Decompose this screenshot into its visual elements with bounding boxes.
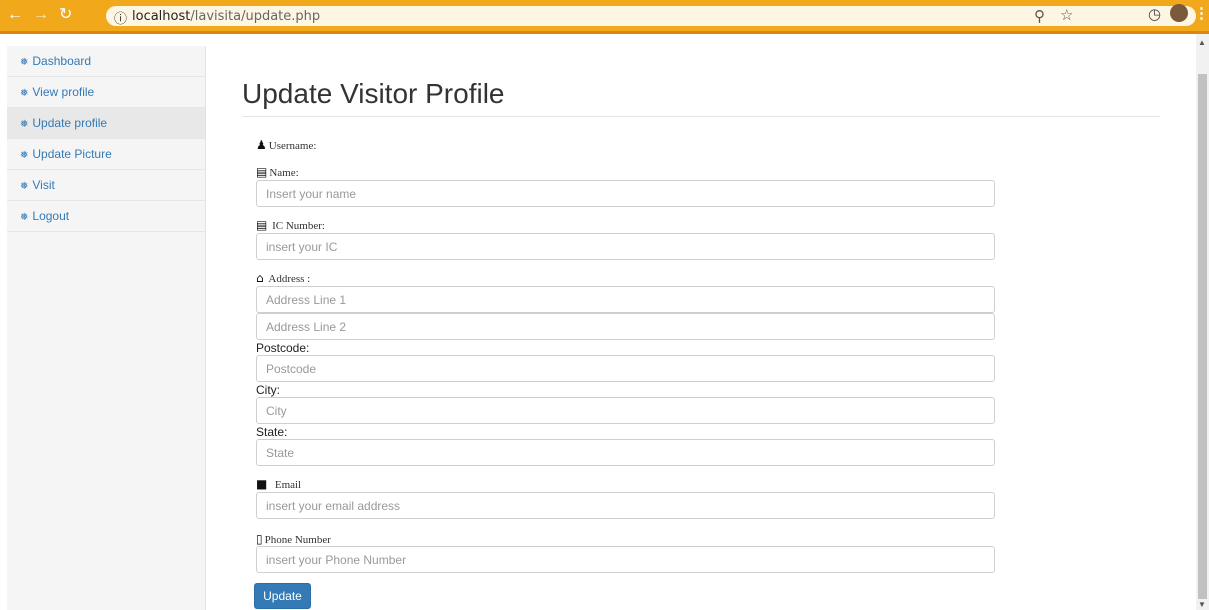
url-text: localhost/lavisita/update.php	[132, 9, 321, 24]
phone-icon: ▯	[256, 532, 263, 546]
email-label: ■ Email	[256, 477, 302, 491]
info-icon[interactable]: ⓘ	[114, 8, 127, 27]
main-content: Update Visitor Profile ♟ Username: ▤ Name:…	[206, 46, 1191, 610]
city-label: City:	[256, 383, 280, 397]
sidebar-item-label: Dashboard	[32, 54, 92, 68]
state-input[interactable]	[256, 439, 995, 466]
sidebar-item-label: Logout	[32, 209, 70, 223]
scroll-down-icon[interactable]: ▼	[1198, 600, 1206, 609]
sidebar-item-label: Update Picture	[32, 147, 112, 161]
name-label: ▤ Name:	[256, 165, 299, 179]
bookmark-star-icon[interactable]: ☆	[1060, 6, 1073, 24]
avatar-icon[interactable]	[1170, 4, 1188, 22]
back-arrow-icon[interactable]: ←	[7, 6, 23, 24]
zoom-icon[interactable]: ⚲	[1034, 7, 1045, 25]
menu-kebab-icon[interactable]: ⋮	[1194, 4, 1209, 22]
sidebar-item-label: Update profile	[32, 116, 108, 130]
update-button[interactable]: Update	[254, 583, 311, 609]
phone-number-label: ▯ Phone Number	[256, 532, 331, 546]
ic-number-input[interactable]	[256, 233, 995, 260]
username-label: ♟ Username:	[256, 138, 317, 152]
sidebar-item-label: View profile	[32, 85, 95, 99]
reload-icon[interactable]: ↻	[59, 6, 72, 24]
forward-arrow-icon[interactable]: →	[33, 6, 49, 24]
page-title: Update Visitor Profile	[242, 78, 505, 109]
scrollbar[interactable]: ▲ ▼	[1196, 34, 1209, 610]
address-bar[interactable]: ⓘ localhost/lavisita/update.php ⚲ ☆	[106, 6, 1196, 26]
address-label: ⌂ Address :	[256, 271, 311, 285]
dashboard-icon: ❅	[20, 57, 29, 68]
name-input[interactable]	[256, 180, 995, 207]
extension-icon[interactable]: ◷	[1148, 5, 1161, 23]
sidebar-item-logout[interactable]: ❅ Logout	[7, 201, 205, 232]
dashboard-icon: ❅	[20, 150, 29, 161]
sidebar-item-dashboard[interactable]: ❅ Dashboard	[7, 46, 205, 77]
city-input[interactable]	[256, 397, 995, 424]
phone-number-input[interactable]	[256, 546, 995, 573]
browser-toolbar: ← → ↻ ⓘ localhost/lavisita/update.php ⚲ …	[0, 0, 1209, 34]
state-label: State:	[256, 425, 288, 439]
id-card-icon: ▤	[256, 165, 268, 179]
sidebar-item-label: Visit	[32, 178, 55, 192]
address-line-1-input[interactable]	[256, 286, 995, 313]
dashboard-icon: ❅	[20, 119, 29, 130]
postcode-input[interactable]	[256, 355, 995, 382]
sidebar-item-update-profile[interactable]: ❅ Update profile	[7, 108, 205, 139]
scroll-thumb[interactable]	[1198, 74, 1207, 599]
ic-number-label: ▤ IC Number:	[256, 218, 325, 232]
sidebar: ❅ Dashboard ❅ View profile ❅ Update profile…	[7, 46, 206, 610]
postcode-label: Postcode:	[256, 341, 310, 355]
dashboard-icon: ❅	[20, 212, 29, 223]
divider	[242, 116, 1160, 117]
address-line-2-input[interactable]	[256, 313, 995, 340]
id-card-icon: ▤	[256, 218, 268, 232]
email-input[interactable]	[256, 492, 995, 519]
dashboard-icon: ❅	[20, 181, 29, 192]
sidebar-item-view-profile[interactable]: ❅ View profile	[7, 77, 205, 108]
comment-icon: ■	[256, 477, 268, 491]
scroll-up-icon[interactable]: ▲	[1198, 38, 1206, 47]
user-icon: ♟	[256, 138, 267, 152]
home-icon: ⌂	[256, 271, 264, 285]
sidebar-item-update-picture[interactable]: ❅ Update Picture	[7, 139, 205, 170]
dashboard-icon: ❅	[20, 88, 29, 99]
sidebar-item-visit[interactable]: ❅ Visit	[7, 170, 205, 201]
